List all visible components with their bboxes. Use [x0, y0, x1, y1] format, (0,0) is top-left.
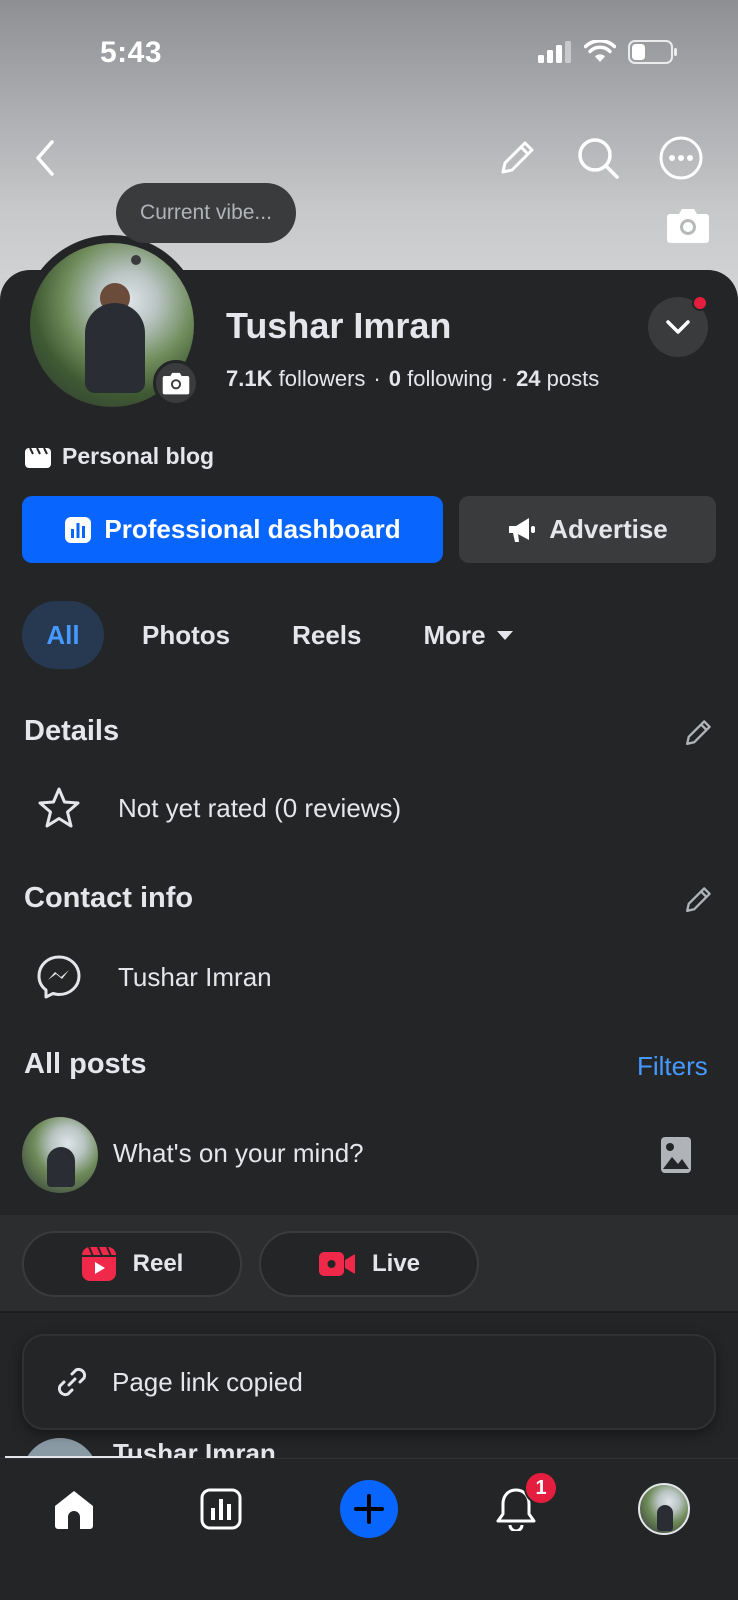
page-category: Personal blog — [24, 443, 214, 470]
clapperboard-icon — [25, 447, 51, 468]
reel-button[interactable]: Reel — [22, 1231, 242, 1297]
details-title: Details — [24, 715, 120, 747]
toast-message: Page link copied — [112, 1366, 303, 1397]
live-label: Live — [371, 1250, 421, 1277]
category-label: Personal blog — [62, 443, 215, 469]
following-label: following — [407, 366, 493, 391]
wifi-icon — [584, 40, 616, 62]
status-time: 5:43 — [100, 36, 163, 69]
chevron-down-icon — [666, 320, 690, 334]
pencil-icon — [501, 141, 534, 174]
tab-all[interactable]: All — [22, 601, 104, 669]
contact-info-title: Contact info — [24, 882, 194, 914]
posts-count: 24 — [516, 366, 541, 391]
live-video-icon — [318, 1252, 355, 1276]
tab-more[interactable]: More — [400, 601, 538, 669]
star-icon — [38, 787, 80, 828]
profile-tabs: All Photos Reels More — [22, 601, 552, 669]
live-button[interactable]: Live — [259, 1231, 479, 1297]
search-icon — [578, 138, 619, 179]
home-icon — [55, 1491, 93, 1529]
camera-icon — [667, 209, 709, 243]
plus-icon — [354, 1494, 384, 1524]
following-count: 0 — [388, 366, 401, 391]
battery-icon — [628, 40, 677, 64]
all-posts-title: All posts — [24, 1048, 147, 1080]
image-icon — [661, 1137, 691, 1173]
link-icon — [57, 1367, 87, 1397]
messenger-icon — [37, 955, 81, 999]
toast-notification: Page link copied — [22, 1334, 716, 1430]
nav-notifications[interactable]: 1 — [466, 1459, 566, 1559]
camera-icon — [162, 372, 190, 395]
pencil-icon — [686, 887, 711, 912]
profile-avatar-small — [638, 1483, 690, 1535]
action-buttons: Professional dashboard Advertise — [22, 496, 716, 563]
posts-stat[interactable]: 24 posts — [516, 366, 599, 391]
advertise-button[interactable]: Advertise — [459, 496, 716, 563]
tab-more-label: More — [423, 619, 486, 650]
megaphone-icon — [509, 517, 536, 542]
posts-label: posts — [546, 366, 600, 391]
rating-row[interactable]: Not yet rated (0 reviews) — [36, 786, 401, 830]
status-icons — [538, 40, 678, 64]
following-stat[interactable]: 0 following — [389, 366, 493, 391]
more-dots-icon — [659, 136, 703, 180]
followers-stat[interactable]: 7.1K followers — [226, 366, 365, 391]
edit-cover-button[interactable] — [663, 200, 713, 250]
bottom-nav: 1 — [0, 1458, 738, 1600]
reel-label: Reel — [132, 1250, 184, 1277]
tooltip-tail — [131, 255, 141, 265]
status-tooltip[interactable]: Current vibe... — [116, 183, 296, 243]
nav-home[interactable] — [24, 1459, 124, 1559]
search-button[interactable] — [573, 133, 623, 183]
status-bar: 5:43 — [0, 0, 738, 110]
professional-dashboard-button[interactable]: Professional dashboard — [22, 496, 443, 563]
notification-dot — [692, 295, 708, 311]
notification-badge: 1 — [524, 1471, 558, 1505]
signal-icon — [538, 41, 571, 63]
composer-input[interactable]: What's on your mind? — [113, 1138, 364, 1169]
edit-contact-button[interactable] — [680, 882, 716, 918]
advertise-label: Advertise — [549, 514, 668, 544]
profile-name: Tushar Imran — [226, 305, 452, 346]
chevron-left-icon — [36, 140, 54, 176]
caret-down-icon — [496, 631, 513, 640]
more-options-button[interactable] — [656, 133, 706, 183]
tab-photos[interactable]: Photos — [118, 601, 254, 669]
rating-text: Not yet rated (0 reviews) — [118, 792, 402, 823]
profile-stats: 7.1K followers · 0 following · 24 posts — [226, 366, 600, 391]
nav-create[interactable] — [319, 1459, 419, 1559]
nav-profile[interactable] — [614, 1459, 714, 1559]
edit-details-button[interactable] — [680, 715, 716, 751]
pencil-icon — [686, 720, 711, 745]
dashboard-label: Professional dashboard — [104, 514, 401, 544]
messenger-name: Tushar Imran — [118, 961, 272, 992]
create-button — [340, 1480, 398, 1538]
filters-link[interactable]: Filters — [637, 1051, 708, 1082]
edit-profile-button[interactable] — [492, 133, 542, 183]
avatar-camera-button[interactable] — [153, 360, 199, 406]
nav-insights[interactable] — [171, 1459, 271, 1559]
insights-icon — [200, 1488, 242, 1530]
messenger-row[interactable]: Tushar Imran — [36, 954, 272, 1000]
back-button[interactable] — [20, 133, 70, 183]
followers-label: followers — [278, 366, 366, 391]
dashboard-icon — [65, 516, 92, 543]
followers-count: 7.1K — [226, 366, 273, 391]
composer-avatar[interactable] — [22, 1117, 98, 1193]
composer-photo-button[interactable] — [660, 1136, 696, 1174]
reel-icon — [81, 1246, 116, 1281]
tab-reels[interactable]: Reels — [268, 601, 385, 669]
